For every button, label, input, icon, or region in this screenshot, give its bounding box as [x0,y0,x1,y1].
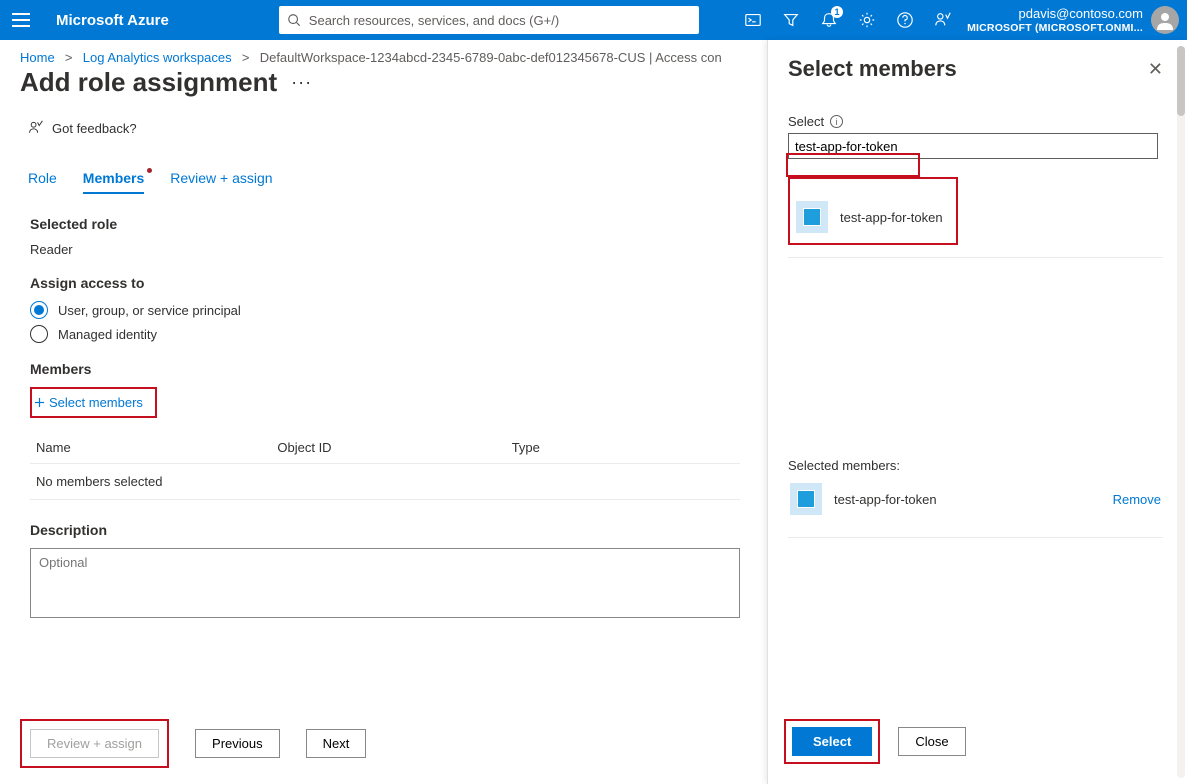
notifications-icon[interactable]: 1 [819,10,839,30]
assign-access-label: Assign access to [30,275,740,291]
help-icon[interactable] [895,10,915,30]
radio-selected-icon [30,301,48,319]
selected-member-row: test-app-for-token Remove [788,473,1163,525]
members-table: Name Object ID Type No members selected [30,432,740,500]
info-icon[interactable]: i [830,115,843,128]
description-input[interactable] [30,548,740,618]
tab-role[interactable]: Role [28,170,57,194]
review-assign-button[interactable]: Review + assign [30,729,159,758]
app-tile-icon [790,483,822,515]
members-section-label: Members [30,361,740,377]
next-button[interactable]: Next [306,729,367,758]
select-members-link[interactable]: Select members [34,391,149,414]
panel-scrollbar[interactable] [1177,46,1185,778]
remove-member-link[interactable]: Remove [1113,492,1161,507]
app-tile-icon [796,201,828,233]
global-search-input[interactable]: Search resources, services, and docs (G+… [279,6,699,34]
brand-label[interactable]: Microsoft Azure [56,12,169,29]
cloud-shell-icon[interactable] [743,10,763,30]
members-empty-row: No members selected [30,464,740,500]
member-search-input[interactable] [788,133,1158,159]
selected-role-value: Reader [30,242,740,257]
select-members-panel: Select members ✕ Select i test-app-for-t… [767,40,1187,784]
directory-filter-icon[interactable] [781,10,801,30]
selected-role-label: Selected role [30,216,740,232]
breadcrumb-workspaces[interactable]: Log Analytics workspaces [83,50,232,65]
col-name: Name [30,432,271,464]
col-type: Type [506,432,740,464]
select-label: Select i [788,114,1163,129]
form-body: Selected role Reader Assign access to Us… [0,194,760,621]
feedback-icon[interactable] [933,10,953,30]
close-icon[interactable]: ✕ [1148,59,1163,80]
account-tenant: MICROSOFT (MICROSOFT.ONMI... [967,22,1143,35]
notifications-badge: 1 [831,6,843,18]
feedback-person-icon [28,120,44,136]
tab-members[interactable]: Members [83,170,144,194]
search-icon [287,13,301,27]
selected-member-name: test-app-for-token [834,492,937,507]
radio-managed-identity[interactable]: Managed identity [30,325,740,343]
breadcrumb-home[interactable]: Home [20,50,55,65]
radio-user-group-sp[interactable]: User, group, or service principal [30,301,740,319]
search-result-name: test-app-for-token [840,210,943,225]
portal-header: Microsoft Azure Search resources, servic… [0,0,1187,40]
breadcrumb: Home > Log Analytics workspaces > Defaul… [0,40,760,67]
avatar[interactable] [1151,6,1179,34]
panel-title: Select members [788,56,957,82]
radio-unselected-icon [30,325,48,343]
account-email: pdavis@contoso.com [967,6,1143,22]
panel-select-button[interactable]: Select [792,727,872,756]
search-placeholder: Search resources, services, and docs (G+… [309,13,559,28]
previous-button[interactable]: Previous [195,729,280,758]
tab-members-indicator [147,168,152,173]
breadcrumb-current: DefaultWorkspace-1234abcd-2345-6789-0abc… [260,50,722,65]
hamburger-icon[interactable] [12,6,40,34]
tab-review[interactable]: Review + assign [170,170,272,194]
settings-icon[interactable] [857,10,877,30]
selected-members-label: Selected members: [788,458,1163,473]
wizard-footer: Review + assign Previous Next [20,719,366,768]
search-result-item[interactable]: test-app-for-token [790,191,956,243]
title-more-icon[interactable]: ··· [291,72,312,93]
col-objectid: Object ID [271,432,505,464]
plus-icon [34,397,45,408]
panel-close-button[interactable]: Close [898,727,965,756]
page-title: Add role assignment [20,67,277,98]
feedback-label: Got feedback? [52,121,137,136]
account-block[interactable]: pdavis@contoso.com MICROSOFT (MICROSOFT.… [967,6,1143,34]
header-icon-group: 1 [743,10,953,30]
description-label: Description [30,522,740,538]
